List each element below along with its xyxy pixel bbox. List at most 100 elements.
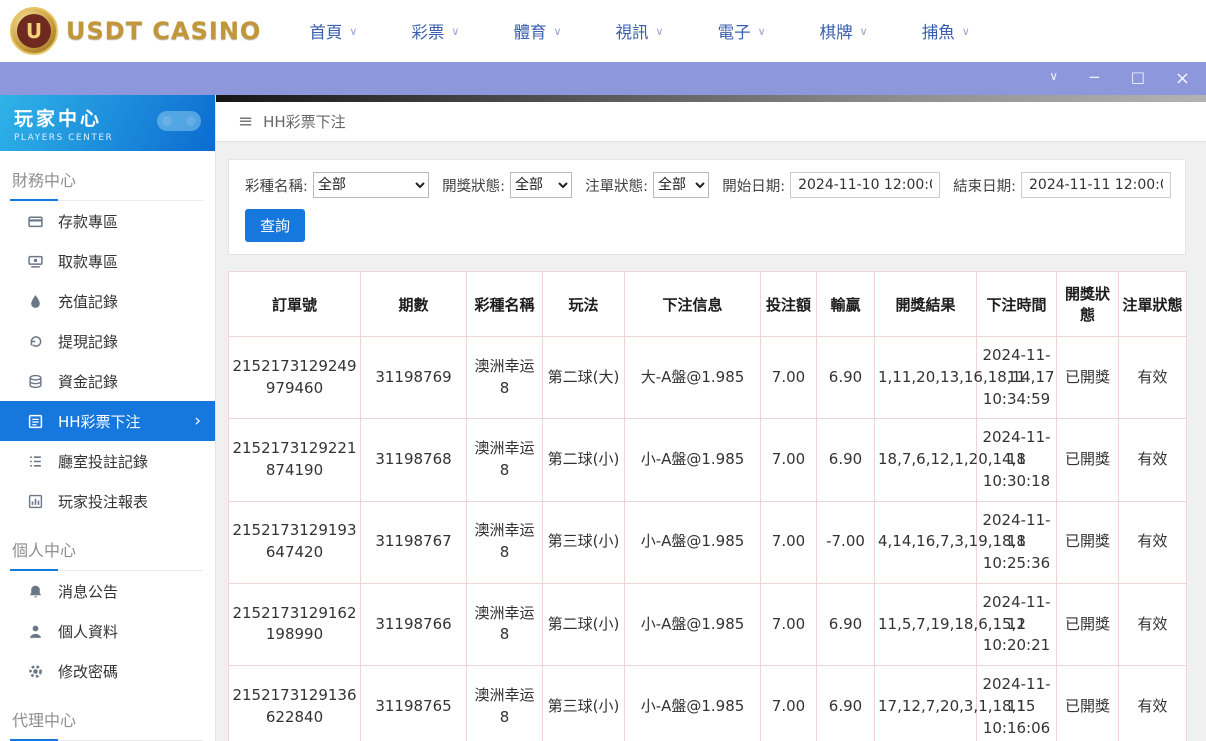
nav-item-label: 電子	[717, 23, 751, 42]
chevron-down-icon: ∨	[859, 24, 868, 38]
window-maximize-button[interactable]: □	[1131, 69, 1145, 88]
table-cell: 有效	[1118, 664, 1187, 741]
lottery-name-select[interactable]: 全部	[312, 172, 430, 198]
end-date-input[interactable]	[1021, 172, 1171, 198]
table-cell: 18,7,6,12,1,20,14,8	[874, 418, 1026, 502]
chevron-down-icon: ∨	[961, 24, 970, 38]
sidebar-section: 財務中心存款專區取款專區 充值記錄 提現記錄資金記錄 HH彩票下注 › 廳室投註記錄 玩家投…	[0, 167, 215, 521]
top-nav-item-6[interactable]: 棋牌 ∨	[820, 19, 868, 43]
draw-status-label: 開獎狀態:	[442, 178, 506, 195]
casino-logo: U	[10, 7, 58, 55]
table-cell: 有效	[1118, 582, 1187, 667]
page-title: HH彩票下注	[263, 113, 346, 131]
sidebar-item-label: 資金記錄	[58, 372, 119, 391]
top-nav-item-1[interactable]: 首頁 ∨	[309, 19, 357, 43]
nav-item-label: 視訊	[615, 23, 649, 42]
column-header: 開獎狀態	[1056, 271, 1119, 337]
sidebar-header: 玩家中心 PLAYERS CENTER	[0, 95, 215, 151]
table-cell: 7.00	[760, 500, 817, 584]
section-underline	[10, 199, 58, 201]
table-row: 2152173129162198990 31198766 澳洲幸运8 第二球(小) 小-…	[228, 582, 1187, 667]
table-cell: 31198768	[360, 418, 467, 502]
sidebar-item-player-bet-report[interactable]: 玩家投注報表	[0, 481, 215, 521]
top-nav-item-5[interactable]: 電子 ∨	[718, 19, 766, 43]
top-shadow-band	[216, 95, 1206, 102]
sidebar-item-funds-record[interactable]: 資金記錄	[0, 361, 215, 401]
report-icon	[28, 494, 43, 509]
table-cell: 2152173129249979460	[228, 335, 361, 420]
sidebar-item-label: 存款專區	[58, 212, 119, 231]
table-cell: 2152173129221874190	[228, 418, 361, 502]
sidebar-item-withdrawal-area[interactable]: 取款專區	[0, 241, 215, 281]
table-cell: 已開獎	[1056, 664, 1119, 741]
section-underline	[10, 569, 58, 571]
draw-status-select[interactable]: 全部	[510, 172, 573, 198]
filter-panel: 彩種名稱: 全部 開獎狀態: 全部 注單狀態: 全部 開始日期: 結束日期: 查…	[228, 159, 1186, 255]
window-collapse-button[interactable]: ∨	[1049, 70, 1058, 88]
sidebar-item-hh-lottery-bet[interactable]: HH彩票下注 ›	[0, 401, 215, 441]
window-close-button[interactable]: ×	[1175, 69, 1190, 88]
column-header: 期數	[360, 271, 467, 337]
bets-table-section: 訂單號 期數 彩種名稱 玩法 下注信息 投注額 輸贏 開獎結果 下注時間 開獎狀態 注單狀態 2152…	[228, 271, 1187, 741]
top-nav-item-2[interactable]: 彩票 ∨	[411, 19, 459, 43]
table-cell: 已開獎	[1056, 582, 1119, 667]
sidebar-item-announcements[interactable]: 消息公告	[0, 571, 215, 611]
window-minimize-button[interactable]: −	[1088, 69, 1101, 88]
sidebar-item-change-password[interactable]: 修改密碼	[0, 651, 215, 691]
table-cell: 17,12,7,20,3,1,18,15	[874, 664, 1035, 741]
table-cell: 2152173129162198990	[228, 582, 361, 667]
sidebar-item-label: 修改密碼	[58, 662, 119, 681]
funds-icon	[28, 374, 43, 389]
search-button[interactable]: 查詢	[245, 209, 306, 242]
nav-item-label: 首頁	[309, 23, 343, 42]
sidebar-item-withdrawal-record[interactable]: 提現記錄	[0, 321, 215, 361]
sidebar-item-deposit-area[interactable]: 存款專區	[0, 201, 215, 241]
table-cell: 澳洲幸运8	[466, 582, 543, 667]
withdraw-icon	[28, 254, 43, 269]
top-nav-item-4[interactable]: 視訊 ∨	[616, 19, 664, 43]
table-cell: 澳洲幸运8	[466, 335, 543, 420]
chevron-right-icon: ›	[194, 411, 201, 431]
nav-item-label: 彩票	[411, 23, 445, 42]
top-nav-item-7[interactable]: 捕魚 ∨	[922, 19, 970, 43]
chevron-down-icon: ∨	[655, 24, 664, 38]
column-header: 訂單號	[228, 271, 361, 337]
table-cell: 2152173129193647420	[228, 500, 361, 584]
hamburger-icon[interactable]: ≡	[238, 111, 253, 132]
table-cell: 第二球(大)	[542, 335, 625, 420]
table-cell: 31198767	[360, 500, 467, 584]
table-cell: 已開獎	[1056, 500, 1119, 584]
sidebar-item-hall-bet-record[interactable]: 廳室投註記錄	[0, 441, 215, 481]
table-row: 2152173129136622840 31198765 澳洲幸运8 第三球(小) 小-…	[228, 664, 1187, 741]
sidebar-section: 個人中心 消息公告 個人資料 修改密碼	[0, 537, 215, 691]
order-status-select[interactable]: 全部	[652, 172, 710, 198]
hall-record-icon	[28, 454, 43, 469]
table-cell: 小-A盤@1.985	[624, 582, 761, 667]
nav-item-label: 體育	[513, 23, 547, 42]
sidebar-item-profile[interactable]: 個人資料	[0, 611, 215, 651]
start-date-input[interactable]	[790, 172, 941, 198]
table-cell: 6.90	[816, 582, 875, 667]
table-cell: 大-A盤@1.985	[624, 335, 761, 420]
sidebar-section-title: 財務中心	[10, 167, 203, 201]
table-cell: 小-A盤@1.985	[624, 664, 761, 741]
table-cell: 有效	[1118, 335, 1187, 420]
user-icon	[28, 624, 43, 639]
table-cell: 2152173129136622840	[228, 664, 361, 741]
top-header: U USDT CASINO 首頁 ∨ 彩票 ∨ 體育 ∨ 視訊 ∨ 電子 ∨ 棋牌 ∨ 捕魚 ∨	[0, 0, 1206, 62]
column-header: 玩法	[542, 271, 625, 337]
top-nav-item-3[interactable]: 體育 ∨	[513, 19, 561, 43]
table-cell: 31198765	[360, 664, 467, 741]
recharge-icon	[28, 294, 43, 309]
table-cell: 已開獎	[1056, 418, 1119, 502]
window-title-bar: ∨ − □ ×	[0, 62, 1206, 95]
chevron-down-icon: ∨	[757, 24, 766, 38]
table-cell: 31198769	[360, 335, 467, 420]
sidebar-item-label: 消息公告	[58, 582, 119, 601]
table-cell: 7.00	[760, 418, 817, 502]
table-cell: 第三球(小)	[542, 500, 625, 584]
sidebar-section: 代理中心	[0, 707, 215, 741]
column-header: 下注時間	[976, 271, 1057, 337]
chevron-down-icon: ∨	[349, 24, 358, 38]
sidebar-item-recharge-record[interactable]: 充值記錄	[0, 281, 215, 321]
